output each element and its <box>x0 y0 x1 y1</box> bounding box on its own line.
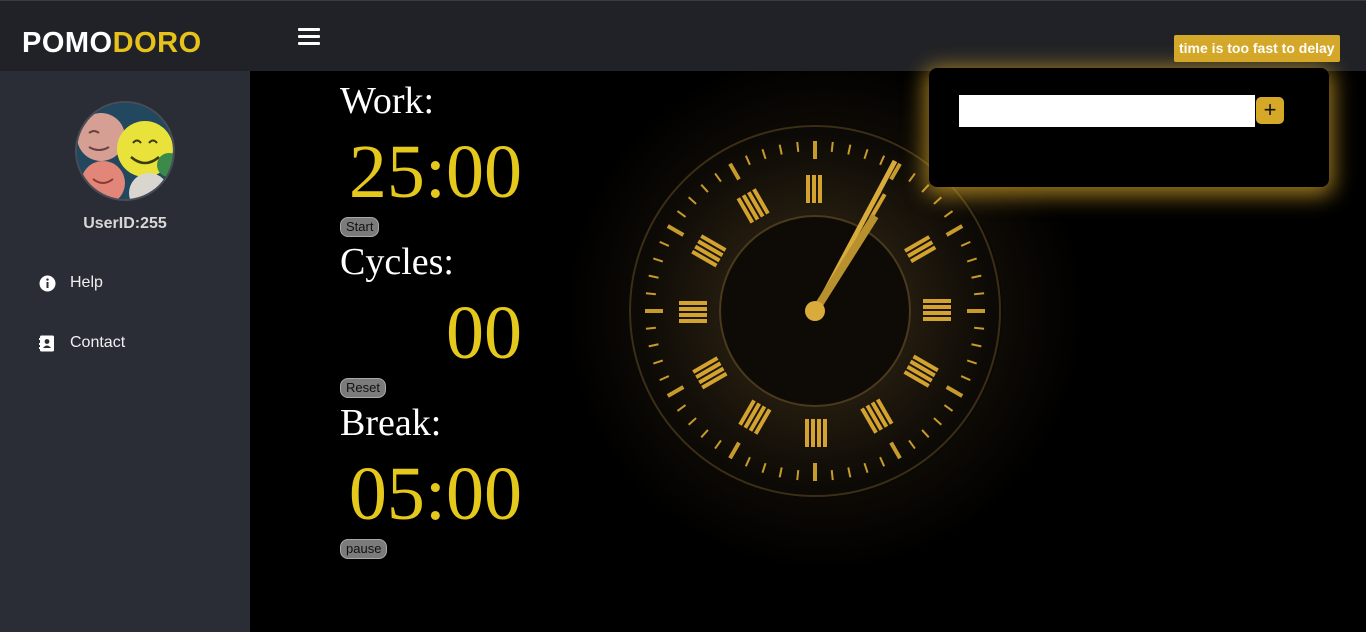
cycles-label: Cycles: <box>340 241 454 283</box>
top-bar: POMODORO time is too fast to delay <box>0 0 1366 71</box>
sidebar-item-label: Help <box>70 274 103 291</box>
tagline-badge: time is too fast to delay <box>1174 35 1340 62</box>
sidebar-item-label: Contact <box>70 334 126 351</box>
user-id: UserID:255 <box>83 215 167 232</box>
contact-book-icon <box>38 334 56 352</box>
task-panel: + <box>929 68 1329 187</box>
start-button[interactable]: Start <box>340 217 380 237</box>
logo-part-2: DORO <box>112 27 202 59</box>
work-label: Work: <box>340 80 435 122</box>
task-input[interactable] <box>959 95 1255 127</box>
pause-button[interactable]: pause <box>340 539 388 559</box>
avatar-image <box>77 103 173 199</box>
break-label: Break: <box>340 402 442 444</box>
cycles-counter: 00 <box>446 291 522 375</box>
hamburger-icon[interactable] <box>298 28 320 48</box>
sidebar: UserID:255 Help Contact <box>0 71 250 632</box>
avatar <box>75 101 175 201</box>
work-timer: 25:00 <box>348 130 522 214</box>
app-logo[interactable]: POMODORO <box>22 25 202 61</box>
add-task-button[interactable]: + <box>1256 97 1284 124</box>
info-icon <box>38 274 56 292</box>
sidebar-item-help[interactable]: Help <box>38 271 103 295</box>
logo-part-1: POMO <box>22 27 113 59</box>
break-timer: 05:00 <box>348 452 522 536</box>
sidebar-item-contact[interactable]: Contact <box>38 331 125 355</box>
reset-button[interactable]: Reset <box>340 378 386 398</box>
